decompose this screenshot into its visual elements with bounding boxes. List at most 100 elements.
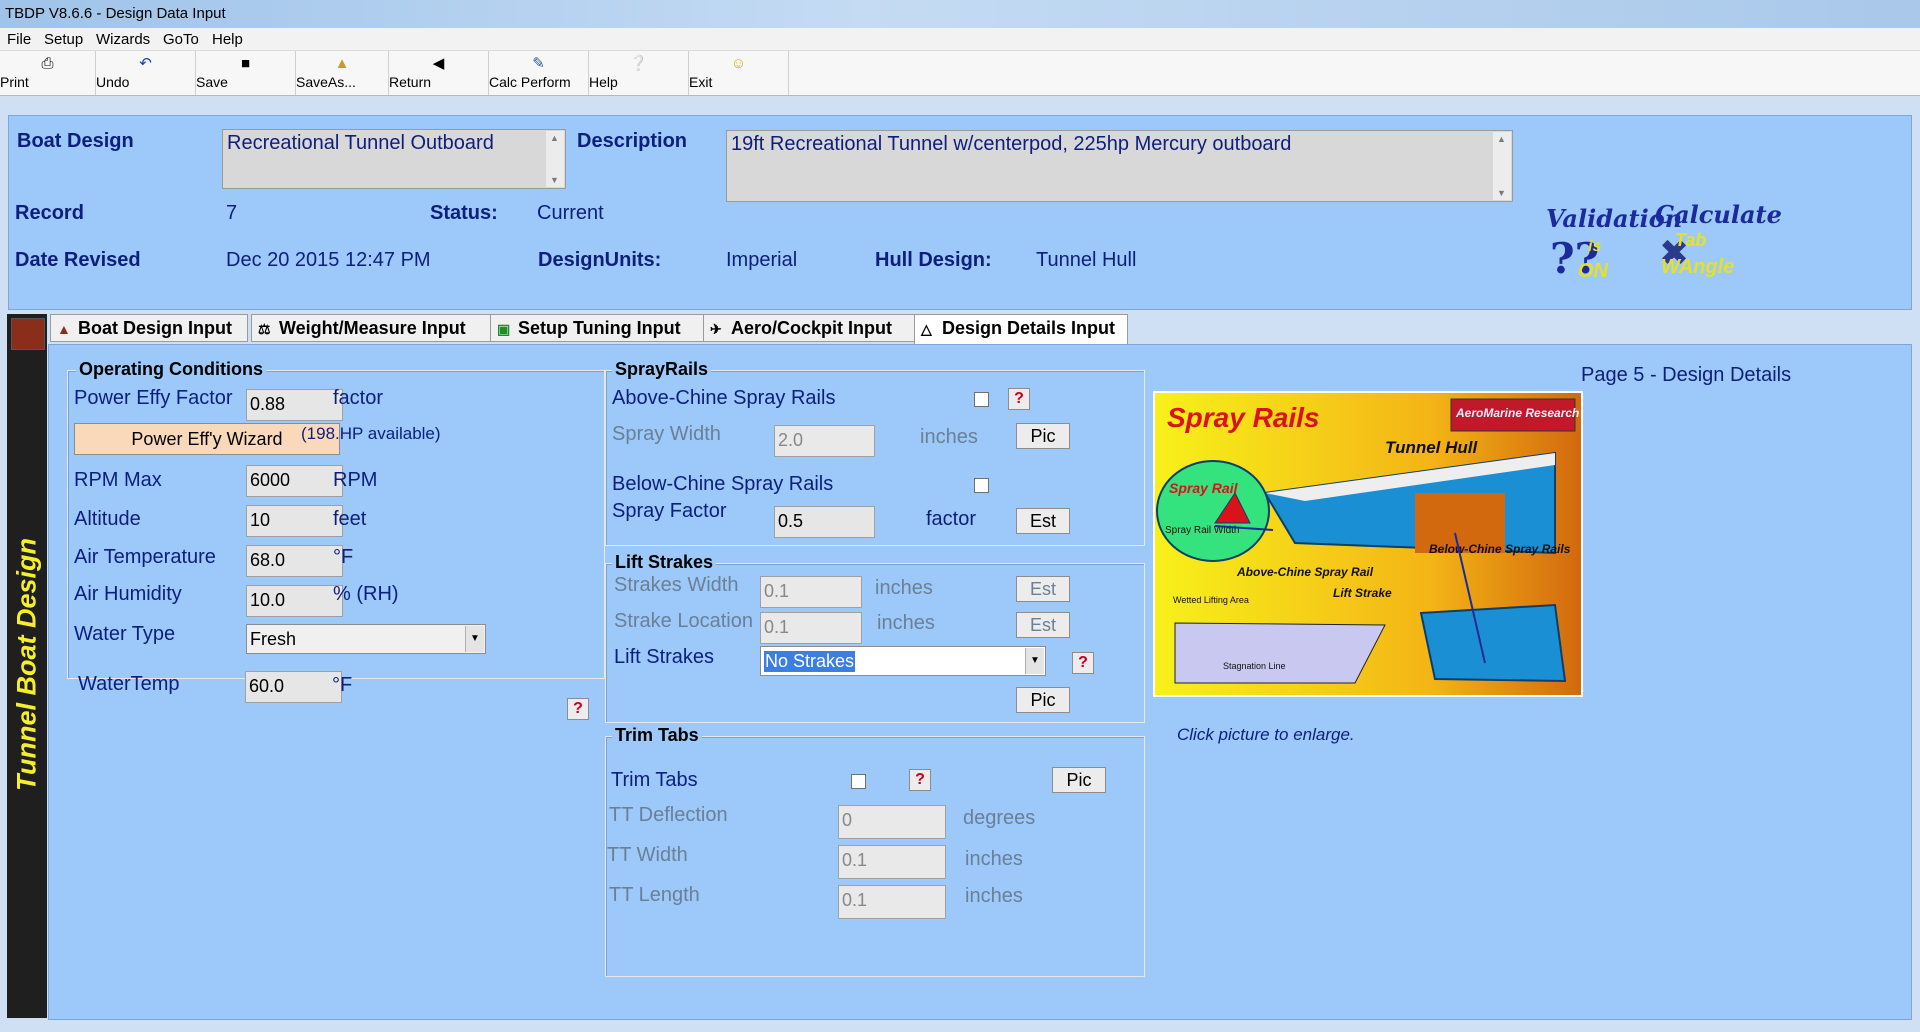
air-temperature-unit: °F (333, 546, 354, 568)
power-effy-label: Power Effy Factor (74, 387, 233, 409)
design-units-value: Imperial (726, 249, 798, 271)
menu-bar: File Setup Wizards GoTo Help (0, 28, 1920, 51)
window-title: TBDP V8.6.6 - Design Data Input (5, 5, 226, 22)
rpm-max-input[interactable]: 6000 (246, 465, 343, 497)
scroll-down-icon: ▼ (1497, 188, 1506, 198)
boat-design-label: Boat Design (17, 130, 134, 152)
tt-length-label: TT Length (609, 884, 700, 906)
scale-icon: ⚖ (258, 321, 271, 337)
lift-strakes-title: Lift Strakes (612, 552, 717, 573)
status-value: Current (537, 202, 604, 224)
power-effy-input[interactable]: 0.88 (246, 389, 343, 421)
strakes-width-input[interactable]: 0.1 (760, 576, 862, 608)
boat-design-field[interactable]: Recreational Tunnel Outboard ▲ ▼ (222, 129, 566, 189)
window-title-bar: TBDP V8.6.6 - Design Data Input (0, 0, 1920, 28)
spray-width-input[interactable]: 2.0 (774, 425, 875, 457)
menu-setup[interactable]: Setup (44, 31, 83, 48)
validation-logo[interactable]: Validation ?? is ON (1542, 204, 1682, 294)
picture-badge: AeroMarine Research (1455, 406, 1579, 420)
return-arrow-icon: ◀ (432, 55, 445, 72)
design-header-panel: Boat Design Recreational Tunnel Outboard… (8, 115, 1912, 310)
spray-rails-title: SprayRails (612, 359, 712, 380)
below-chine-checkbox[interactable] (974, 478, 989, 493)
air-humidity-label: Air Humidity (74, 583, 182, 605)
water-type-label: Water Type (74, 623, 176, 645)
boat-design-scrollbar[interactable]: ▲ ▼ (546, 131, 564, 187)
calculate-logo[interactable]: Calculate ✖ Tab WAngle (1649, 200, 1782, 284)
spray-est-button[interactable]: Est (1016, 508, 1070, 534)
trim-tabs-checkbox[interactable] (851, 774, 866, 789)
air-humidity-unit: % (RH) (333, 583, 399, 605)
operating-help-button[interactable]: ? (567, 698, 589, 720)
strakes-width-unit: inches (875, 577, 933, 599)
rpm-unit: RPM (333, 469, 378, 491)
design-units-label: DesignUnits: (538, 249, 662, 271)
picture-tunnel-hull-label: Tunnel Hull (1385, 438, 1479, 457)
altitude-unit: feet (333, 508, 367, 530)
tab-aero-cockpit-input[interactable]: ✈ Aero/Cockpit Input (703, 314, 919, 342)
boat-thumbnail-icon (11, 318, 45, 350)
side-title: Tunnel Boat Design (11, 537, 42, 792)
picture-above-chine-label: Above-Chine Spray Rail (1236, 565, 1374, 579)
tt-deflection-label: TT Deflection (609, 804, 728, 826)
smiley-icon: ☺ (730, 55, 747, 72)
saveas-button[interactable]: ▲ SaveAs... (296, 51, 389, 95)
menu-help[interactable]: Help (212, 31, 243, 48)
tt-width-input[interactable]: 0.1 (838, 845, 946, 879)
calculator-icon: ✎ (532, 55, 545, 72)
design-details-icon: △ (921, 321, 932, 337)
description-scrollbar[interactable]: ▲ ▼ (1493, 132, 1511, 200)
strake-location-est-button[interactable]: Est (1016, 612, 1070, 638)
wetted-area-shape (1174, 622, 1386, 684)
spray-rails-picture[interactable]: Spray Rails AeroMarine Research Tunnel H… (1153, 391, 1583, 697)
spray-rails-help-button[interactable]: ? (1008, 388, 1030, 410)
strakes-width-label: Strakes Width (614, 574, 739, 596)
spray-factor-label: Spray Factor (612, 500, 727, 522)
calc-perform-button[interactable]: ✎ Calc Perform (489, 51, 589, 95)
lift-strakes-help-button[interactable]: ? (1072, 652, 1094, 674)
trim-tabs-title: Trim Tabs (612, 725, 702, 746)
picture-wetted-label: Wetted Lifting Area (1173, 595, 1249, 605)
altitude-input[interactable]: 10 (246, 505, 343, 537)
rpm-max-label: RPM Max (74, 469, 162, 491)
tab-design-details-input[interactable]: △ Design Details Input (914, 314, 1128, 344)
water-type-select[interactable]: Fresh ▼ (246, 624, 486, 654)
tt-length-input[interactable]: 0.1 (838, 885, 946, 919)
spray-pic-button[interactable]: Pic (1016, 423, 1070, 449)
tuning-icon: ▣ (497, 321, 511, 337)
description-field[interactable]: 19ft Recreational Tunnel w/centerpod, 22… (726, 130, 1513, 202)
trim-tabs-help-button[interactable]: ? (909, 769, 931, 791)
scroll-down-icon: ▼ (550, 175, 559, 185)
menu-file[interactable]: File (7, 31, 31, 48)
air-humidity-input[interactable]: 10.0 (246, 585, 343, 617)
print-button[interactable]: ⎙ Print (0, 51, 96, 95)
water-temp-input[interactable]: 60.0 (245, 671, 342, 703)
strakes-width-est-button[interactable]: Est (1016, 576, 1070, 602)
undo-button[interactable]: ↶ Undo (96, 51, 196, 95)
picture-spray-rail-label: Spray Rail (1169, 480, 1239, 496)
strake-location-input[interactable]: 0.1 (760, 612, 862, 644)
tt-deflection-input[interactable]: 0 (838, 805, 946, 839)
trim-tabs-pic-button[interactable]: Pic (1052, 767, 1106, 793)
date-revised-label: Date Revised (15, 249, 141, 271)
operating-conditions-title: Operating Conditions (76, 359, 266, 380)
above-chine-checkbox[interactable] (974, 392, 989, 407)
tab-boat-design-input[interactable]: ▲ Boat Design Input (50, 314, 248, 342)
strakes-pic-button[interactable]: Pic (1016, 687, 1070, 713)
picture-lift-strake-label: Lift Strake (1333, 586, 1392, 600)
date-revised-value: Dec 20 2015 12:47 PM (226, 249, 431, 271)
air-temperature-input[interactable]: 68.0 (246, 545, 343, 577)
printer-icon: ⎙ (41, 55, 54, 72)
spray-factor-input[interactable]: 0.5 (774, 506, 875, 538)
return-button[interactable]: ◀ Return (389, 51, 489, 95)
menu-wizards[interactable]: Wizards (96, 31, 150, 48)
lift-strakes-select[interactable]: No Strakes ▼ (760, 646, 1046, 676)
save-button[interactable]: ■ Save (196, 51, 296, 95)
power-effy-unit: factor (333, 387, 384, 409)
exit-button[interactable]: ☺ Exit (689, 51, 789, 95)
aero-icon: ✈ (710, 321, 722, 337)
menu-goto[interactable]: GoTo (163, 31, 199, 48)
floppy-disk-icon: ■ (240, 55, 251, 72)
help-button[interactable]: ❔ Help (589, 51, 689, 95)
air-temperature-label: Air Temperature (74, 546, 216, 568)
